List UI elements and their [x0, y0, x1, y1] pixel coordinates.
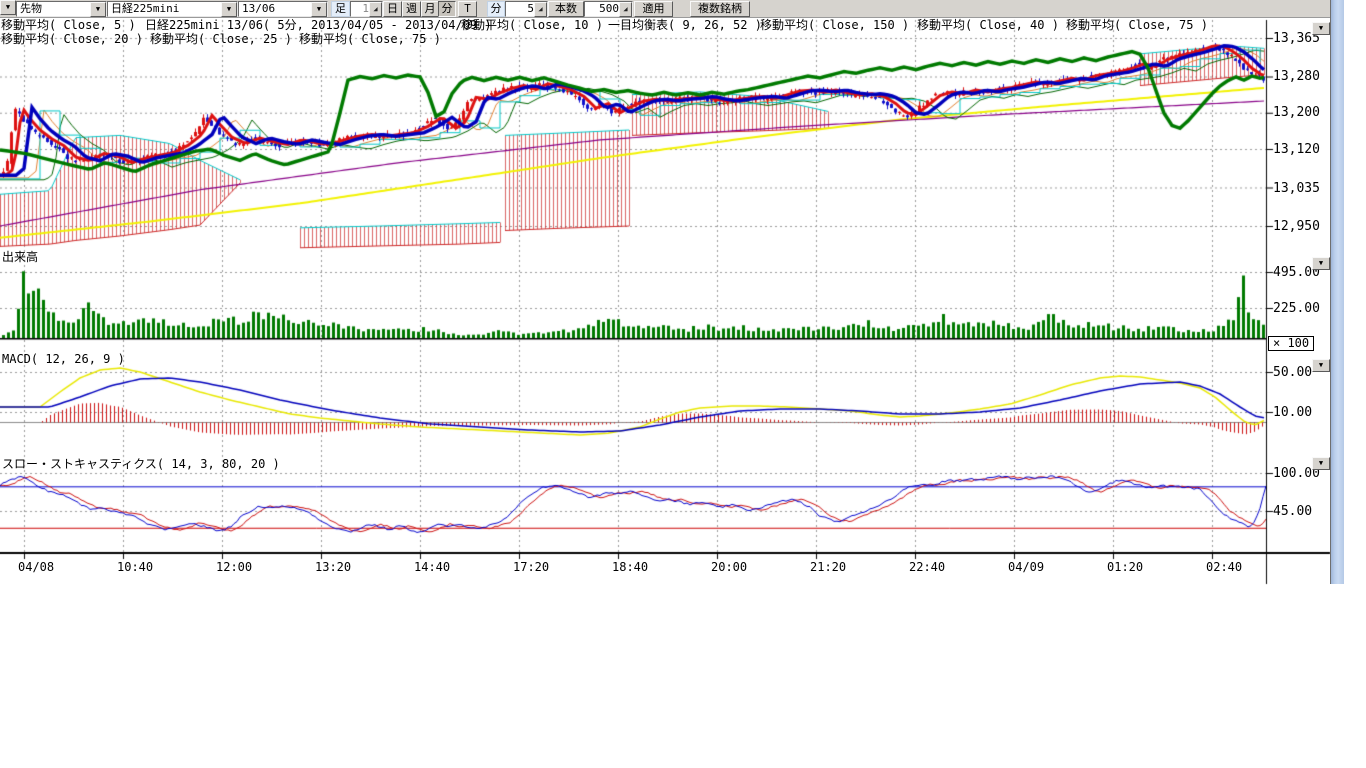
price-axis-label: 12,950: [1273, 219, 1320, 234]
symbol-combobox[interactable]: 日経225mini ▼: [107, 1, 238, 17]
period-minute-button[interactable]: 分: [438, 1, 456, 17]
macd-axis-label: 50.00: [1273, 365, 1312, 380]
x-axis-label: 14:40: [414, 560, 450, 574]
contract-month-value: 13/06: [242, 2, 275, 15]
x-axis-label: 01:20: [1107, 560, 1143, 574]
bar-count-value: 500: [599, 2, 619, 15]
legend-ichimoku: 一目均衡表( 9, 26, 52 ): [608, 19, 762, 32]
bar-type-label: 足: [331, 1, 350, 17]
stoch-axis-label: 45.00: [1273, 504, 1312, 519]
bar-interval-spinner[interactable]: 1 ◢: [350, 1, 383, 17]
symbol-value: 日経225mini: [111, 2, 179, 15]
minute-spinner[interactable]: 5 ◢: [505, 1, 548, 17]
main-panel-collapse-button[interactable]: ▼: [1312, 22, 1330, 35]
vertical-scrollbar[interactable]: [1330, 0, 1344, 584]
period-month-button[interactable]: 月: [421, 1, 439, 17]
x-axis-label: 21:20: [810, 560, 846, 574]
bar-count-label: 本数: [548, 1, 584, 17]
stoch-panel-collapse-button[interactable]: ▼: [1312, 457, 1330, 470]
minute-label: 分: [487, 1, 505, 17]
chevron-down-icon[interactable]: ▼: [311, 2, 327, 17]
price-axis-label: 13,120: [1273, 142, 1320, 157]
legend-ma20: 移動平均( Close, 20 ): [1, 33, 143, 46]
macd-panel-collapse-button[interactable]: ▼: [1312, 359, 1330, 372]
volume-panel-title: 出来高: [2, 248, 38, 265]
chevron-down-icon[interactable]: ▼: [90, 2, 106, 17]
legend-ma5: 移動平均( Close, 5 ): [1, 19, 136, 32]
legend-ma25: 移動平均( Close, 25 ): [150, 33, 292, 46]
bar-count-spinner[interactable]: 500 ◢: [584, 1, 633, 17]
price-axis-label: 13,280: [1273, 69, 1320, 84]
legend-ma75: 移動平均( Close, 75 ): [1066, 19, 1208, 32]
spin-icon[interactable]: ◢: [534, 2, 547, 17]
x-axis-label: 13:20: [315, 560, 351, 574]
macd-axis-label: 10.00: [1273, 405, 1312, 420]
period-week-button[interactable]: 週: [402, 1, 421, 17]
legend-ma150: 移動平均( Close, 150 ): [760, 19, 909, 32]
price-axis-label: 13,200: [1273, 105, 1320, 120]
x-axis-label: 17:20: [513, 560, 549, 574]
x-axis-label: 22:40: [909, 560, 945, 574]
app-window: ▼ 先物 ▼ 日経225mini ▼ 13/06 ▼ 足 1 ◢ 日 週 月 分…: [0, 0, 1366, 768]
multi-symbol-button[interactable]: 複数銘柄: [690, 1, 750, 17]
price-axis-label: 13,035: [1273, 181, 1320, 196]
x-axis-label: 20:00: [711, 560, 747, 574]
minute-value: 5: [527, 2, 534, 15]
x-axis-label: 04/09: [1008, 560, 1044, 574]
chart-canvas[interactable]: [0, 0, 1366, 768]
volume-multiplier-badge: × 100: [1268, 336, 1314, 351]
x-axis-label: 02:40: [1206, 560, 1242, 574]
chevron-down-icon[interactable]: ▼: [221, 2, 237, 17]
bar-interval-value: 1: [362, 2, 369, 15]
macd-panel-title: MACD( 12, 26, 9 ): [2, 352, 125, 366]
stoch-panel-title: スロー・ストキャスティクス( 14, 3, 80, 20 ): [2, 455, 280, 472]
x-axis-label: 04/08: [18, 560, 54, 574]
legend-ma10: 移動平均( Close, 10 ): [461, 19, 603, 32]
legend-instrument: 日経225mini 13/06( 5分, 2013/04/05 - 2013/0…: [145, 19, 492, 32]
x-axis-label: 12:00: [216, 560, 252, 574]
period-tick-button[interactable]: T: [458, 1, 477, 17]
combo-dropdown-button[interactable]: ▼: [0, 0, 16, 15]
toolbar: ▼ 先物 ▼ 日経225mini ▼ 13/06 ▼ 足 1 ◢ 日 週 月 分…: [0, 0, 1330, 18]
x-axis-label: 18:40: [612, 560, 648, 574]
spin-icon[interactable]: ◢: [619, 2, 632, 17]
apply-button[interactable]: 適用: [634, 1, 673, 17]
legend-ma40: 移動平均( Close, 40 ): [917, 19, 1059, 32]
x-axis-label: 10:40: [117, 560, 153, 574]
legend-ma75-2: 移動平均( Close, 75 ): [299, 33, 441, 46]
spin-icon[interactable]: ◢: [369, 2, 382, 17]
contract-month-combobox[interactable]: 13/06 ▼: [238, 1, 328, 17]
symbol-type-combobox[interactable]: 先物 ▼: [16, 1, 107, 17]
period-day-button[interactable]: 日: [383, 1, 402, 17]
volume-panel-collapse-button[interactable]: ▼: [1312, 257, 1330, 270]
symbol-type-value: 先物: [20, 2, 42, 15]
volume-axis-label: 225.00: [1273, 301, 1320, 316]
